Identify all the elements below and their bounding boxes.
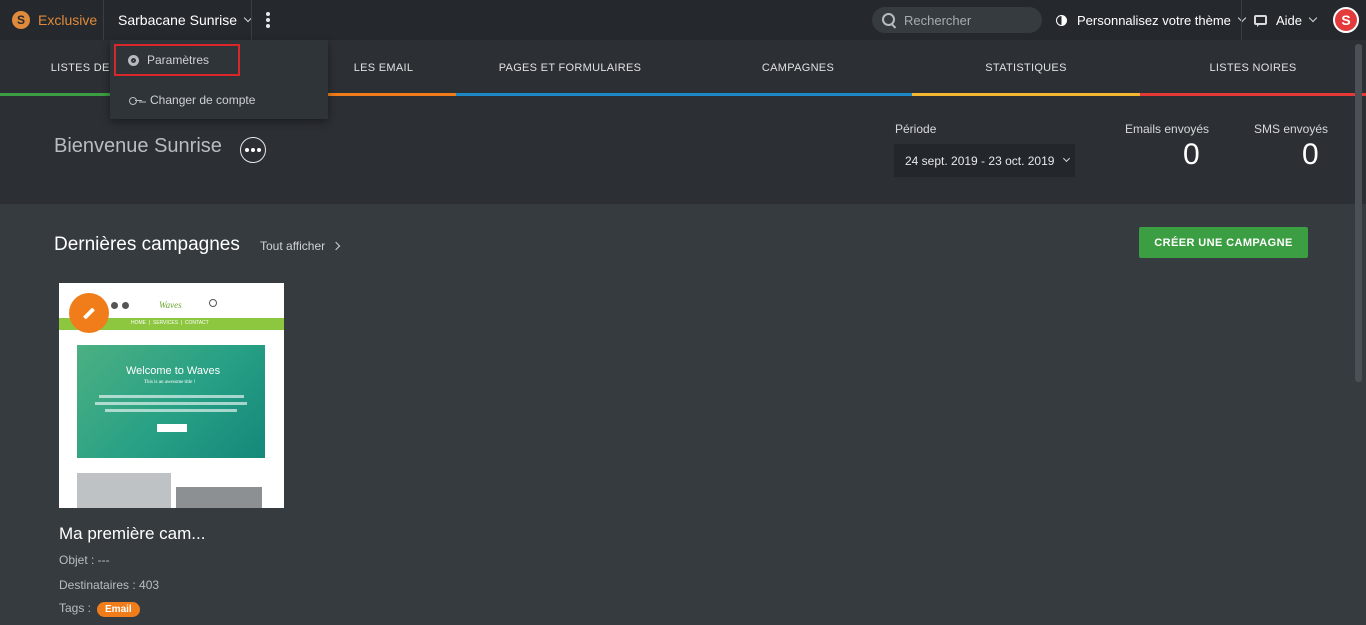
scrollbar[interactable] — [1355, 44, 1362, 382]
kebab-menu-button[interactable] — [264, 12, 272, 28]
search-input[interactable] — [904, 12, 1034, 28]
divider — [103, 0, 104, 40]
dot-icon — [266, 12, 270, 16]
chat-icon — [1254, 15, 1267, 27]
tags-label: Tags : — [59, 601, 92, 615]
nav-item-label: LES EMAIL — [353, 62, 414, 74]
account-name: Sarbacane Sunrise — [118, 12, 238, 28]
search-icon — [882, 13, 896, 27]
nav-item-label: LISTES NOIRES — [1209, 62, 1297, 74]
see-all-label: Tout afficher — [260, 239, 326, 253]
thumb-image — [176, 487, 262, 508]
sms-sent-value: 0 — [1302, 138, 1319, 171]
sms-sent-label: SMS envoyés — [1254, 122, 1329, 136]
divider — [251, 0, 252, 40]
account-switcher[interactable]: Sarbacane Sunrise — [118, 0, 253, 40]
divider — [1241, 0, 1242, 40]
nav-item-label: STATISTIQUES — [985, 62, 1067, 74]
thumb-menu-label: HOME | SERVICES | CONTACT — [131, 320, 209, 326]
thumb-logo: Waves — [159, 300, 182, 310]
period-value: 24 sept. 2019 - 23 oct. 2019 — [905, 153, 1055, 168]
period-label: Période — [895, 122, 937, 136]
avatar[interactable]: S — [1333, 7, 1359, 33]
dot-icon — [266, 24, 270, 28]
thumb-hero: Welcome to Waves This is an awesome titl… — [77, 345, 265, 458]
see-all-link[interactable]: Tout afficher — [260, 239, 341, 253]
pencil-icon — [82, 306, 96, 320]
chevron-down-icon — [1063, 154, 1071, 163]
emails-sent-value: 0 — [1183, 138, 1200, 171]
menu-item-settings[interactable]: Paramètres — [114, 44, 240, 76]
chevron-down-icon — [1308, 13, 1318, 23]
key-icon — [129, 96, 142, 105]
dot-icon — [251, 148, 255, 152]
nav-item-label: LISTES DES — [50, 62, 118, 74]
social-icon — [111, 302, 118, 309]
campaign-name[interactable]: Ma première cam... — [59, 524, 205, 544]
nav-item-statistics[interactable]: STATISTIQUES — [912, 40, 1140, 96]
campaign-recipients: Destinataires : 403 — [59, 578, 160, 592]
menu-item-label: Changer de compte — [150, 93, 256, 107]
nav-item-campaigns[interactable]: CAMPAGNES — [684, 40, 912, 96]
contrast-icon — [1056, 14, 1067, 26]
brand[interactable]: S Exclusive — [12, 0, 97, 40]
thumb-button — [157, 424, 187, 432]
search-box[interactable] — [872, 7, 1042, 33]
campaign-tags: Tags : Email — [59, 601, 140, 617]
social-icon — [122, 302, 129, 309]
nav-item-blacklists[interactable]: LISTES NOIRES — [1140, 40, 1366, 96]
section-title: Dernières campagnes — [54, 234, 240, 255]
thumb-image — [77, 473, 171, 508]
help-label: Aide — [1276, 12, 1303, 28]
theme-label: Personnalisez votre thème — [1077, 12, 1231, 28]
top-bar: S Exclusive Sarbacane Sunrise Personnali… — [0, 0, 1366, 40]
phone-icon — [209, 299, 217, 307]
thumb-hero-subtitle: This is an awesome title ! — [144, 380, 196, 385]
thumb-text-line — [99, 395, 244, 398]
menu-item-switch-account[interactable]: Changer de compte — [110, 81, 328, 119]
create-campaign-button[interactable]: CRÉER UNE CAMPAGNE — [1139, 227, 1308, 258]
edit-campaign-button[interactable] — [69, 293, 109, 333]
more-options-button[interactable] — [240, 137, 266, 163]
campaign-object: Objet : --- — [59, 553, 110, 567]
dot-icon — [257, 148, 261, 152]
theme-customizer[interactable]: Personnalisez votre thème — [1056, 0, 1247, 40]
brand-logo: S — [12, 11, 30, 29]
chevron-right-icon — [331, 241, 341, 251]
thumb-text-line — [95, 402, 247, 405]
nav-item-pages-forms[interactable]: PAGES ET FORMULAIRES — [456, 40, 684, 96]
gear-icon — [128, 54, 139, 66]
thumb-text-line — [105, 409, 237, 412]
nav-item-label: CAMPAGNES — [761, 62, 835, 74]
tag-badge[interactable]: Email — [97, 602, 140, 617]
menu-item-label: Paramètres — [147, 53, 210, 67]
emails-sent-label: Emails envoyés — [1125, 122, 1210, 136]
dot-icon — [245, 148, 249, 152]
dot-icon — [266, 18, 270, 22]
nav-item-label: PAGES ET FORMULAIRES — [498, 62, 642, 74]
period-select[interactable]: 24 sept. 2019 - 23 oct. 2019 — [894, 144, 1075, 177]
thumb-hero-title: Welcome to Waves — [126, 365, 221, 377]
account-dropdown-menu: Paramètres Changer de compte — [110, 40, 328, 119]
page-title: Bienvenue Sunrise — [54, 135, 222, 157]
help-menu[interactable]: Aide — [1254, 0, 1318, 40]
brand-name: Exclusive — [38, 12, 98, 28]
